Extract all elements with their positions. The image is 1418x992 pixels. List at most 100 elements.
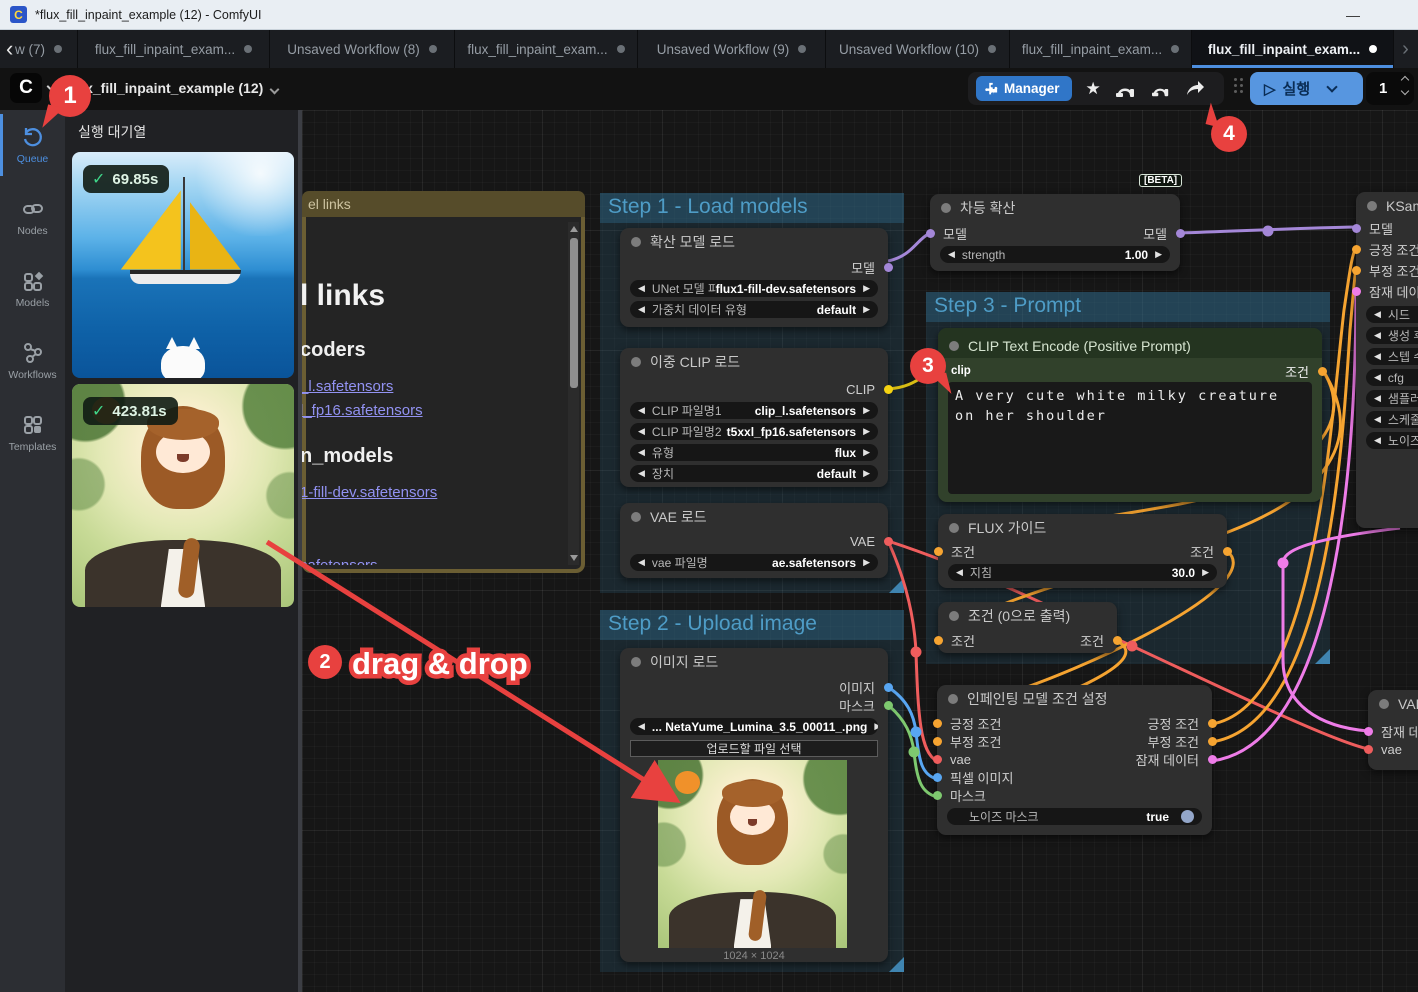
input-slot-pixels[interactable]	[933, 773, 942, 782]
note-link-ae[interactable]: safetensors	[300, 557, 567, 565]
node-clip-text-encode-positive[interactable]: CLIP Text Encode (Positive Prompt) clip조…	[938, 328, 1322, 502]
widget-arrow-right-icon[interactable]: ▶	[874, 721, 878, 732]
collapse-dot[interactable]	[949, 523, 959, 533]
toggle-knob-icon[interactable]	[1181, 810, 1194, 823]
tab-scroll-left-icon[interactable]: ‹	[6, 36, 13, 62]
widget-sampler[interactable]: ◀샘플러	[1366, 390, 1418, 407]
workflow-name-dropdown[interactable]: flux_fill_inpaint_example (12)	[68, 80, 278, 96]
note-link-fill-dev[interactable]: 1-fill-dev.safetensors	[300, 484, 567, 501]
output-slot-conditioning[interactable]	[1223, 547, 1232, 556]
collapse-dot[interactable]	[949, 341, 959, 351]
widget-arrow-right-icon[interactable]: ▶	[863, 426, 870, 437]
widget-arrow-right-icon[interactable]: ▶	[863, 283, 870, 294]
widget-device[interactable]: ◀장치default▶	[630, 465, 878, 482]
node-differential-diffusion[interactable]: 차등 확산 모델모델 ◀strength1.00▶	[930, 194, 1180, 271]
widget-denoise[interactable]: ◀노이즈	[1366, 432, 1418, 449]
widget-arrow-right-icon[interactable]: ▶	[863, 447, 870, 458]
input-slot-latent[interactable]	[1352, 287, 1361, 296]
output-slot-clip[interactable]	[884, 385, 893, 394]
widget-arrow-right-icon[interactable]: ▶	[1155, 249, 1162, 260]
batch-count-stepper[interactable]: 1	[1366, 72, 1414, 105]
widget-weight-dtype[interactable]: ◀가중치 데이터 유형default▶	[630, 301, 878, 318]
collapse-dot[interactable]	[948, 694, 958, 704]
widget-control-after-generate[interactable]: ◀생성 후	[1366, 327, 1418, 344]
widget-strength[interactable]: ◀strength1.00▶	[940, 246, 1170, 263]
node-load-image[interactable]: 이미지 로드 이미지 마스크 ◀이... NetaYume_Lumina_3.5…	[620, 648, 888, 962]
widget-arrow-left-icon[interactable]: ◀	[948, 249, 955, 260]
group-step2-title[interactable]: Step 2 - Upload image	[600, 610, 904, 640]
input-slot-conditioning[interactable]	[934, 636, 943, 645]
widget-vae-filename[interactable]: ◀vae 파일명ae.safetensors▶	[630, 554, 878, 571]
collapse-dot[interactable]	[949, 611, 959, 621]
collapse-dot[interactable]	[1367, 201, 1377, 211]
collapse-dot[interactable]	[631, 237, 641, 247]
note-node-model-links[interactable]: el links l links coders _l.safetensors l…	[302, 192, 585, 573]
collapse-dot[interactable]	[941, 203, 951, 213]
scroll-down-icon[interactable]	[570, 555, 578, 561]
note-link-clip-l[interactable]: _l.safetensors	[300, 378, 567, 395]
vacuum-icon[interactable]	[1115, 79, 1137, 99]
input-slot-negative[interactable]	[1352, 266, 1361, 275]
increment-icon[interactable]	[1401, 76, 1409, 84]
input-slot-mask[interactable]	[933, 791, 942, 800]
widget-arrow-right-icon[interactable]: ▶	[863, 405, 870, 416]
tab-scroll-right-icon[interactable]: ›	[1394, 30, 1417, 68]
widget-unet-filename[interactable]: ◀UNet 모델 파일명flux1-fill-dev.safetensors▶	[630, 280, 878, 297]
tab-flux-fill-active[interactable]: flux_fill_inpaint_exam...	[1192, 30, 1394, 68]
sidebar-item-nodes[interactable]: Nodes	[0, 182, 65, 252]
tab-unsaved-8[interactable]: Unsaved Workflow (8)	[270, 30, 455, 68]
widget-clip-name1[interactable]: ◀CLIP 파일명1clip_l.safetensors▶	[630, 402, 878, 419]
widget-arrow-left-icon[interactable]: ◀	[956, 567, 963, 578]
widget-seed[interactable]: ◀시드	[1366, 306, 1418, 323]
prompt-textarea[interactable]: A very cute white milky creature on her …	[948, 382, 1312, 494]
output-slot-conditioning[interactable]	[1318, 367, 1327, 376]
queue-item-anime-girl[interactable]: ✓423.81s	[72, 384, 294, 607]
sidebar-item-workflows[interactable]: Workflows	[0, 326, 65, 396]
collapse-dot[interactable]	[631, 357, 641, 367]
widget-clip-name2[interactable]: ◀CLIP 파일명2t5xxl_fp16.safetensors▶	[630, 423, 878, 440]
widget-type[interactable]: ◀유형flux▶	[630, 444, 878, 461]
choose-file-button[interactable]: 업로드할 파일 선택	[630, 740, 878, 757]
widget-arrow-left-icon[interactable]: ◀	[638, 405, 645, 416]
node-flux-guidance[interactable]: FLUX 가이드 조건조건 ◀지침30.0▶	[938, 514, 1227, 588]
tab-flux-fill-1[interactable]: flux_fill_inpaint_exam...	[78, 30, 270, 68]
widget-arrow-left-icon[interactable]: ◀	[638, 721, 645, 732]
widget-cfg[interactable]: ◀cfg	[1366, 369, 1418, 386]
widget-arrow-right-icon[interactable]: ▶	[863, 304, 870, 315]
node-inpaint-model-conditioning[interactable]: 인페인팅 모델 조건 설정 긍정 조건긍정 조건 부정 조건부정 조건 vae잠…	[937, 685, 1212, 835]
widget-arrow-right-icon[interactable]: ▶	[863, 468, 870, 479]
node-conditioning-zero-out[interactable]: 조건 (0으로 출력) 조건조건	[938, 602, 1117, 653]
widget-scheduler[interactable]: ◀스케줄	[1366, 411, 1418, 428]
group-resize-handle[interactable]	[1315, 649, 1330, 664]
widget-arrow-left-icon[interactable]: ◀	[638, 447, 645, 458]
collapse-dot[interactable]	[631, 512, 641, 522]
group-step3-title[interactable]: Step 3 - Prompt	[926, 292, 1330, 322]
image-preview[interactable]	[658, 760, 847, 948]
widget-guidance[interactable]: ◀지침30.0▶	[948, 564, 1217, 581]
run-options-chevron-icon[interactable]	[1326, 81, 1337, 92]
widget-noise-mask-toggle[interactable]: 노이즈 마스크true	[947, 808, 1202, 825]
output-slot-vae[interactable]	[884, 537, 893, 546]
scrollbar-thumb[interactable]	[570, 238, 578, 388]
widget-arrow-right-icon[interactable]: ▶	[1202, 567, 1209, 578]
node-load-diffusion-model[interactable]: 확산 모델 로드 모델 ◀UNet 모델 파일명flux1-fill-dev.s…	[620, 228, 888, 327]
widget-arrow-left-icon[interactable]: ◀	[1374, 351, 1381, 362]
note-link-t5xxl[interactable]: l_fp16.safetensors	[300, 402, 567, 419]
input-slot-negative[interactable]	[933, 737, 942, 746]
tab-unsaved-9[interactable]: Unsaved Workflow (9)	[638, 30, 826, 68]
tab-unsaved-10[interactable]: Unsaved Workflow (10)	[826, 30, 1010, 68]
collapse-dot[interactable]	[1379, 699, 1389, 709]
minimize-button[interactable]: —	[1338, 4, 1368, 26]
input-slot-model[interactable]	[926, 229, 935, 238]
note-scrollbar[interactable]	[568, 222, 579, 565]
node-dual-clip-loader[interactable]: 이중 CLIP 로드 CLIP ◀CLIP 파일명1clip_l.safeten…	[620, 348, 888, 487]
output-slot-model[interactable]	[884, 263, 893, 272]
run-button[interactable]: ▷ 실행	[1250, 72, 1363, 105]
widget-arrow-left-icon[interactable]: ◀	[638, 557, 645, 568]
widget-arrow-left-icon[interactable]: ◀	[1374, 393, 1381, 404]
collapse-dot[interactable]	[631, 657, 641, 667]
output-slot-latent[interactable]	[1208, 755, 1217, 764]
widget-arrow-left-icon[interactable]: ◀	[638, 304, 645, 315]
input-slot-latent[interactable]	[1364, 727, 1373, 736]
widget-arrow-left-icon[interactable]: ◀	[1374, 309, 1381, 320]
